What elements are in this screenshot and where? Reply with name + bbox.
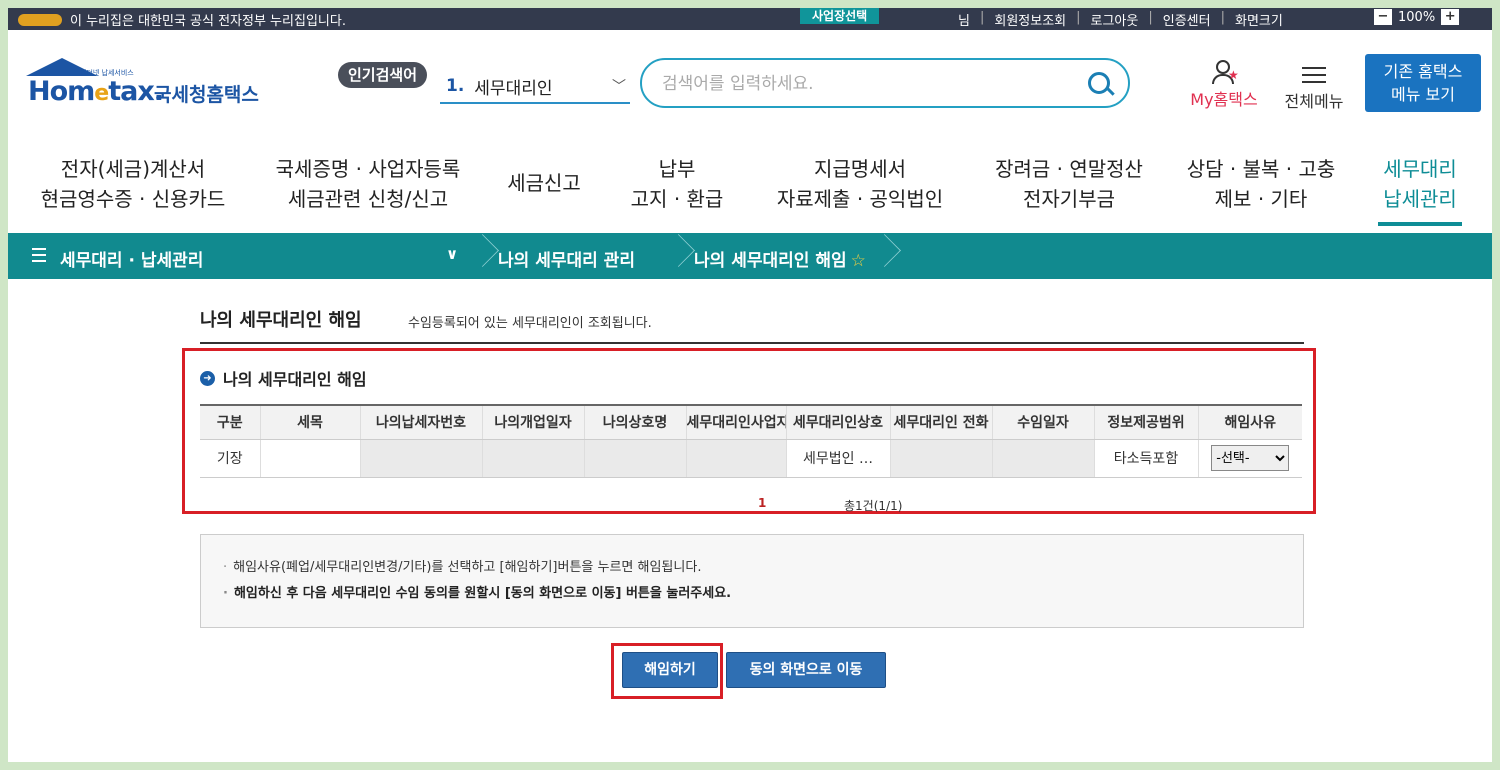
global-nav: 전자(세금)계산서 현금영수증 · 신용카드 국세증명 · 사업자등록 세금관련 신… (8, 148, 1492, 228)
gnb-item-certificate[interactable]: 국세증명 · 사업자등록 세금관련 신청/신고 (268, 154, 468, 214)
chevron-down-icon[interactable]: ∨ (446, 245, 458, 263)
gov-mark-icon (18, 13, 62, 26)
cell-redacted (991, 439, 1094, 478)
screen-size-label: 화면크기 (1234, 14, 1283, 29)
section-title: ➜ 나의 세무대리인 해임 (200, 366, 367, 390)
gnb-item-e-invoice[interactable]: 전자(세금)계산서 현금영수증 · 신용카드 (38, 154, 228, 214)
gnb-item-tax-agent[interactable]: 세무대리 납세관리 (1378, 154, 1462, 226)
page-description: 수임등록되어 있는 세무대리인이 조회됩니다. (408, 316, 652, 331)
col-header: 나의상호명 (583, 404, 686, 440)
logo-wordmark: Hometax. (28, 76, 164, 107)
page-title: 나의 세무대리인 해임 (200, 310, 362, 331)
cell-agent-firm: 세무법인 … (785, 439, 890, 478)
legacy-menu-line2: 메뉴 보기 (1391, 85, 1455, 104)
col-header: 세무대리인 전화 (889, 404, 992, 440)
notice-line: · 해임사유(폐업/세무대리인변경/기타)를 선택하고 [해임하기]버튼을 누르면… (223, 560, 702, 575)
col-header: 구분 (200, 404, 260, 440)
breadcrumb-divider (468, 233, 488, 279)
user-star-icon: ★ (1210, 60, 1239, 86)
notice-box: · 해임사유(폐업/세무대리인변경/기타)를 선택하고 [해임하기]버튼을 누르면… (200, 534, 1304, 628)
separator: | (1220, 10, 1225, 25)
table-header-row: 구분 세목 나의납세자번호 나의개업일자 나의상호명 세무대리인사업자 세무대리… (200, 404, 1302, 440)
title-divider (200, 342, 1304, 344)
arrow-circle-icon: ➜ (200, 370, 215, 386)
search-input[interactable] (662, 72, 1062, 96)
zoom-out-button[interactable]: − (1374, 9, 1392, 25)
cell-reason: -선택- (1197, 439, 1302, 478)
legacy-menu-button[interactable]: 기존 홈택스 메뉴 보기 (1365, 54, 1481, 112)
col-header: 세무대리인상호 (785, 404, 890, 440)
cell-redacted (685, 439, 786, 478)
gnb-item-consult[interactable]: 상담 · 불복 · 고충 제보 · 기타 (1180, 154, 1342, 214)
pager-current-page[interactable]: 1 (758, 496, 766, 510)
popular-search-badge: 인기검색어 (338, 62, 428, 88)
gnb-item-incentive[interactable]: 장려금 · 연말정산 전자기부금 (984, 154, 1154, 214)
col-header: 나의개업일자 (481, 404, 584, 440)
cell-info-scope: 타소득포함 (1093, 439, 1198, 478)
hometax-logo[interactable]: 인터넷 납세서비스 Hometax. 국세청홈택스 (20, 58, 270, 114)
search-icon[interactable] (1088, 72, 1110, 94)
browser-frame: 이 누리집은 대한민국 공식 전자정부 누리집입니다. 사업장선택 님 | 회원… (8, 8, 1492, 762)
zoom-control: − 100% + (1374, 9, 1460, 25)
separator: | (1148, 10, 1153, 25)
table-row: 기장 세무법인 … 타소득포함 -선택- (200, 439, 1302, 478)
cert-center-link[interactable]: 인증센터 (1163, 10, 1211, 29)
gov-notice: 이 누리집은 대한민국 공식 전자정부 누리집입니다. (18, 10, 346, 29)
cell-redacted (889, 439, 992, 478)
col-header: 수임일자 (991, 404, 1094, 440)
col-header: 세무대리인사업자 (685, 404, 786, 440)
breadcrumb: 세무대리 · 납세관리 ∨ 나의 세무대리 관리 나의 세무대리인 해임 ☆ (8, 233, 1492, 279)
user-name-suffix: 님 (958, 14, 970, 29)
breadcrumb-level1[interactable]: 세무대리 · 납세관리 (60, 246, 203, 271)
breadcrumb-divider (664, 233, 684, 279)
cell-type: 기장 (200, 439, 260, 478)
popular-term[interactable]: 세무대리인 (474, 74, 552, 99)
dismiss-button[interactable]: 해임하기 (622, 652, 718, 688)
business-select-button[interactable]: 사업장선택 (800, 8, 880, 24)
cell-redacted (359, 439, 482, 478)
zoom-in-button[interactable]: + (1441, 9, 1460, 25)
section-title-text: 나의 세무대리인 해임 (223, 370, 367, 389)
my-hometax-button[interactable]: ★ My홈택스 (1182, 60, 1266, 110)
all-menu-button[interactable]: 전체메뉴 (1278, 62, 1350, 112)
breadcrumb-level2[interactable]: 나의 세무대리 관리 (498, 246, 635, 271)
breadcrumb-level3[interactable]: 나의 세무대리인 해임 ☆ (694, 246, 866, 271)
all-menu-label: 전체메뉴 (1284, 92, 1344, 111)
breadcrumb-divider (870, 233, 890, 279)
agent-table: 구분 세목 나의납세자번호 나의개업일자 나의상호명 세무대리인사업자 세무대리… (200, 404, 1302, 478)
chevron-down-icon[interactable]: ﹀ (612, 76, 626, 96)
popular-search-select[interactable]: 1. 세무대리인 ﹀ (440, 70, 630, 104)
pager-total: 총1건(1/1) (844, 499, 903, 513)
my-hometax-label: My홈택스 (1190, 90, 1258, 109)
logo-korean: 국세청홈택스 (154, 84, 259, 106)
favorite-star-icon[interactable]: ☆ (851, 251, 866, 271)
member-info-link[interactable]: 회원정보조회 (994, 10, 1066, 29)
dismiss-reason-select[interactable]: -선택- (1211, 445, 1290, 471)
gnb-item-tax-return[interactable]: 세금신고 (500, 168, 588, 198)
legacy-menu-line1: 기존 홈택스 (1383, 62, 1463, 81)
col-header: 정보제공범위 (1093, 404, 1198, 440)
top-utility-bar: 이 누리집은 대한민국 공식 전자정부 누리집입니다. 사업장선택 님 | 회원… (8, 8, 1492, 30)
hamburger-icon (1302, 67, 1326, 83)
gnb-item-payment[interactable]: 납부 고지 · 환급 (622, 154, 732, 214)
popular-rank: 1. (446, 76, 465, 96)
utility-links: 님 | 회원정보조회 | 로그아웃 | 인증센터 | 화면크기 (958, 10, 1283, 29)
logout-link[interactable]: 로그아웃 (1091, 10, 1139, 29)
cell-redacted (481, 439, 584, 478)
gov-notice-text: 이 누리집은 대한민국 공식 전자정부 누리집입니다. (70, 14, 346, 29)
separator: | (979, 10, 985, 25)
separator: | (1076, 10, 1081, 25)
cell-tax-item (259, 439, 360, 478)
col-header: 나의납세자번호 (359, 404, 482, 440)
gnb-item-statement[interactable]: 지급명세서 자료제출 · 공익법인 (770, 154, 950, 214)
go-consent-button[interactable]: 동의 화면으로 이동 (726, 652, 886, 688)
cell-redacted (583, 439, 686, 478)
notice-line-bold: · 해임하신 후 다음 세무대리인 수임 동의를 원할시 [동의 화면으로 이동]… (223, 586, 732, 601)
col-header: 해임사유 (1197, 404, 1302, 440)
search-box (640, 58, 1130, 108)
hamburger-icon[interactable] (32, 248, 46, 266)
col-header: 세목 (259, 404, 360, 440)
zoom-level: 100% (1398, 9, 1436, 25)
